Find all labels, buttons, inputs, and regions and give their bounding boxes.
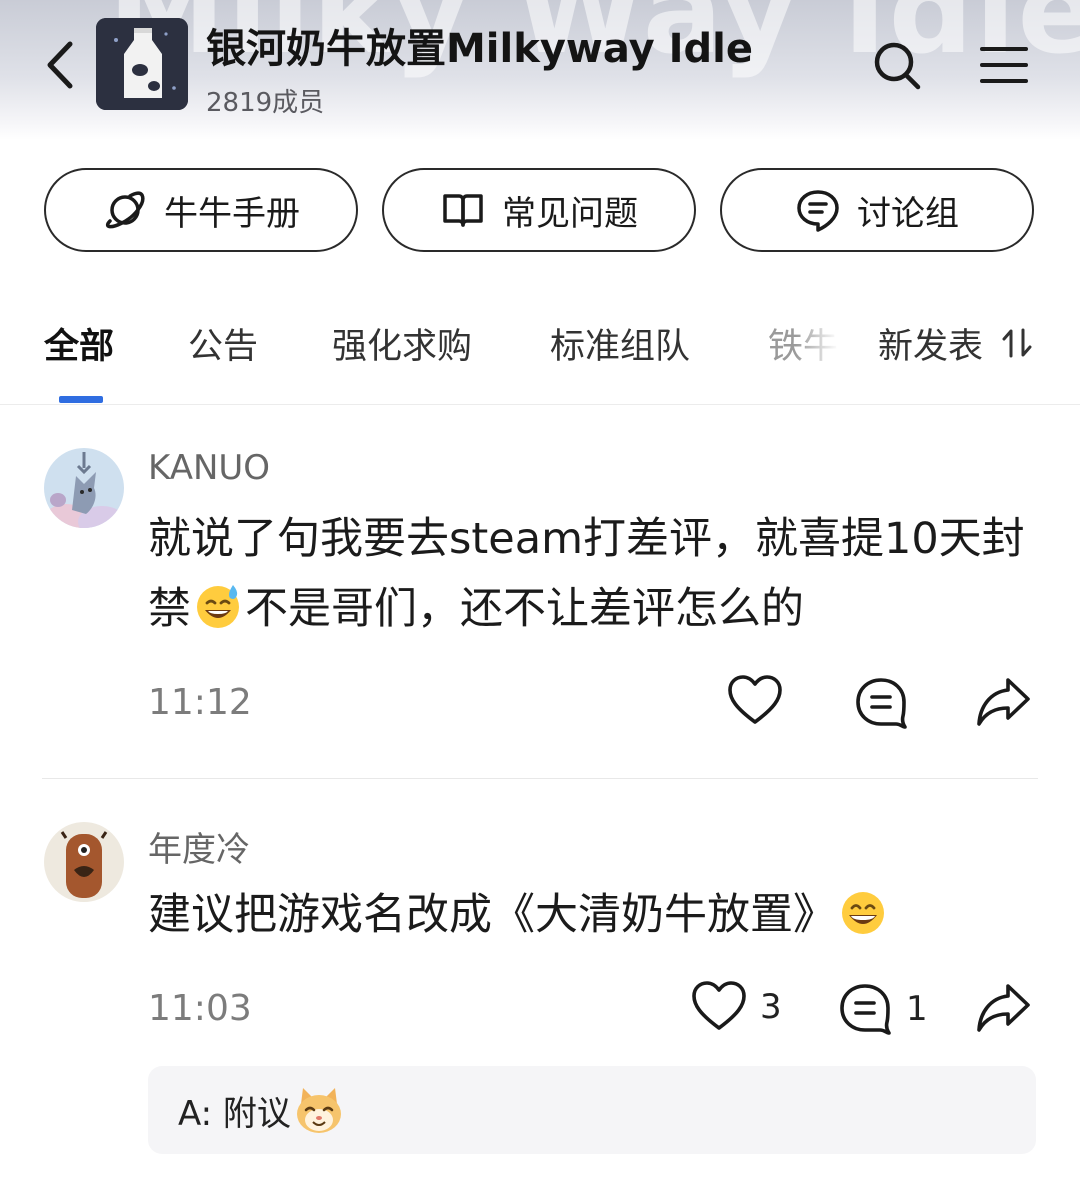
share-arrow-icon bbox=[974, 980, 1032, 1038]
like-button[interactable]: 3 bbox=[690, 978, 782, 1036]
share-button[interactable] bbox=[974, 674, 1032, 732]
comment-icon bbox=[836, 980, 894, 1038]
faq-button[interactable]: 常见问题 bbox=[382, 168, 696, 252]
sort-button[interactable]: 新发表 bbox=[862, 318, 1080, 368]
reply-preview[interactable]: A: 附议 bbox=[148, 1066, 1036, 1154]
comment-count: 1 bbox=[906, 989, 928, 1029]
group-header: Milky Way Idle 银河奶牛放置Milkyway Idle 2819成… bbox=[0, 0, 1080, 140]
post-text-continued: 不是哥们，还不让差评怎么的 bbox=[245, 584, 804, 634]
tab-iron-cow[interactable]: 铁牛 bbox=[768, 318, 838, 369]
heart-icon bbox=[726, 672, 784, 730]
discussion-group-button[interactable]: 讨论组 bbox=[720, 168, 1034, 252]
active-tab-indicator bbox=[59, 396, 103, 403]
member-count: 2819成员 bbox=[206, 88, 325, 118]
post-time: 11:12 bbox=[148, 682, 252, 723]
cat-face-emoji-icon bbox=[296, 1088, 341, 1133]
group-logo[interactable] bbox=[96, 18, 188, 110]
tab-announcements[interactable]: 公告 bbox=[188, 318, 258, 369]
post-content[interactable]: 就说了句我要去steam打差评，就喜提10天封禁 不是哥们，还不让差评怎么的 bbox=[148, 504, 1038, 644]
like-count: 3 bbox=[760, 987, 782, 1027]
tab-team-up[interactable]: 标准组队 bbox=[550, 318, 690, 369]
tab-enhance-buy[interactable]: 强化求购 bbox=[332, 318, 472, 369]
share-arrow-icon bbox=[974, 674, 1032, 732]
search-icon bbox=[874, 42, 921, 90]
heart-icon bbox=[690, 978, 748, 1036]
comment-icon bbox=[852, 674, 910, 732]
sweat-smile-emoji-icon bbox=[197, 585, 239, 628]
chevron-left-icon bbox=[47, 41, 73, 89]
post-time: 11:03 bbox=[148, 988, 252, 1029]
post-author[interactable]: 年度冷 bbox=[148, 822, 250, 871]
guide-button-label: 牛牛手册 bbox=[164, 193, 300, 234]
sort-icon bbox=[1001, 326, 1035, 360]
grin-emoji-icon bbox=[842, 892, 884, 934]
faq-button-label: 常见问题 bbox=[502, 193, 638, 234]
post-text: 建议把游戏名改成《大清奶牛放置》 bbox=[148, 890, 836, 940]
avatar[interactable] bbox=[44, 448, 124, 528]
tab-all[interactable]: 全部 bbox=[44, 318, 114, 369]
planet-icon bbox=[102, 187, 148, 233]
share-button[interactable] bbox=[974, 980, 1032, 1038]
comment-button[interactable] bbox=[852, 674, 910, 732]
post-content[interactable]: 建议把游戏名改成《大清奶牛放置》 bbox=[148, 880, 1038, 950]
search-button[interactable] bbox=[868, 36, 926, 94]
avatar[interactable] bbox=[44, 822, 124, 902]
guide-button[interactable]: 牛牛手册 bbox=[44, 168, 358, 252]
reply-text: A: 附议 bbox=[178, 1093, 291, 1134]
post-author[interactable]: KANUO bbox=[148, 448, 270, 488]
book-icon bbox=[440, 187, 486, 233]
comment-button[interactable]: 1 bbox=[836, 980, 928, 1038]
post-divider bbox=[42, 778, 1038, 779]
hamburger-menu-icon bbox=[980, 47, 1028, 83]
chat-bubble-icon bbox=[795, 187, 841, 233]
menu-button[interactable] bbox=[976, 40, 1032, 90]
back-button[interactable] bbox=[38, 36, 86, 94]
like-button[interactable] bbox=[726, 672, 784, 730]
sort-label: 新发表 bbox=[878, 326, 984, 367]
group-title: 银河奶牛放置Milkyway Idle bbox=[206, 26, 753, 72]
discussion-group-button-label: 讨论组 bbox=[857, 193, 959, 234]
